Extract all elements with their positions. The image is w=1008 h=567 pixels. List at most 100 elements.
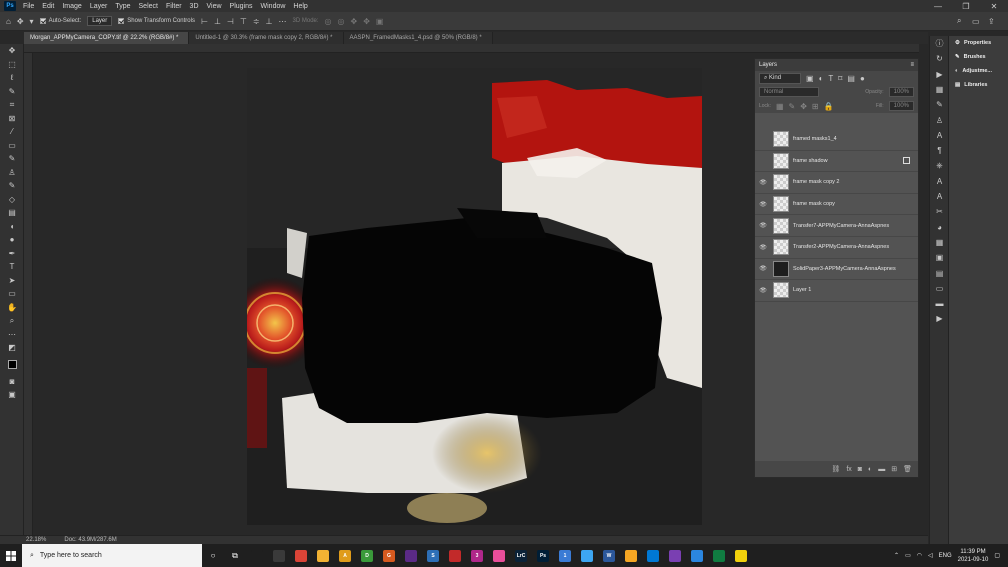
trash-icon[interactable]: 🗑 <box>903 465 912 473</box>
tab-morgan[interactable]: Morgan_APPMyCamera_COPY.tif @ 22.2% (RGB… <box>24 32 190 44</box>
layer-row[interactable]: framed masks1_4 <box>755 129 918 151</box>
visibility-eye-icon[interactable]: 👁 <box>755 244 771 251</box>
tab-aaspn-framed-masks[interactable]: AASPN_FramedMasks1_4.psd @ 50% (RGB/8) * <box>343 32 493 44</box>
align-top-icon[interactable]: ⊤ <box>240 17 247 26</box>
visibility-eye-icon[interactable]: 👁 <box>755 265 771 272</box>
battery-icon[interactable]: ▭ <box>905 552 911 559</box>
actions-icon[interactable]: ▶ <box>930 67 949 82</box>
history-icon[interactable]: ↻ <box>930 51 949 66</box>
properties-panel-tab[interactable]: ⚙ Properties <box>949 36 1008 50</box>
spot-healing-tool-icon[interactable]: ▭ <box>0 139 24 153</box>
dodge-tool-icon[interactable]: ● <box>0 233 24 247</box>
cortana-icon[interactable]: ○ <box>202 544 224 567</box>
taskbar-app-icon[interactable] <box>664 544 686 567</box>
share-icon[interactable]: ⇪ <box>988 17 995 26</box>
menu-image[interactable]: Image <box>58 3 85 10</box>
history-brush-tool-icon[interactable]: ✎ <box>0 179 24 193</box>
layer-row[interactable]: 👁 Layer 1 <box>755 280 918 302</box>
color-swatch-icon[interactable] <box>0 355 24 375</box>
taskbar-app-icon[interactable]: D <box>356 544 378 567</box>
taskbar-app-icon[interactable] <box>312 544 334 567</box>
align-left-icon[interactable]: ⊢ <box>201 17 208 26</box>
auto-select-dropdown[interactable]: Layer <box>87 16 113 26</box>
align-center-icon[interactable]: ⊥ <box>214 17 221 26</box>
visibility-eye-icon[interactable]: 👁 <box>755 287 771 294</box>
taskbar-search[interactable]: ⌕ Type here to search <box>22 544 202 567</box>
taskbar-app-icon[interactable]: A <box>334 544 356 567</box>
shape-filter-icon[interactable]: ⌑ <box>838 74 842 83</box>
pan-3d-icon[interactable]: ✥ <box>351 17 358 26</box>
link-layers-icon[interactable]: ⛓ <box>831 465 840 473</box>
taskbar-app-icon[interactable]: 3 <box>466 544 488 567</box>
menu-select[interactable]: Select <box>135 3 162 10</box>
layer-style-icon[interactable]: fx <box>846 466 851 473</box>
volume-icon[interactable]: ◁ <box>928 552 933 559</box>
menu-window[interactable]: Window <box>257 3 290 10</box>
taskbar-app-icon[interactable] <box>642 544 664 567</box>
align-right-icon[interactable]: ⊣ <box>227 17 234 26</box>
default-colors-icon[interactable]: ◩ <box>0 341 24 355</box>
swatches-icon[interactable]: ▦ <box>930 82 949 97</box>
pixel-filter-icon[interactable]: ▣ <box>806 74 814 83</box>
taskbar-app-icon[interactable]: G <box>378 544 400 567</box>
brush-settings-icon[interactable]: ✎ <box>930 97 949 112</box>
tools-icon[interactable]: ✂ <box>930 204 949 219</box>
panel-menu-icon[interactable]: ≡ <box>910 62 914 68</box>
visibility-eye-icon[interactable]: 👁 <box>755 201 771 208</box>
layer-row[interactable]: 👁 SolidPaper3-APPMyCamera-AnnaAspnes <box>755 258 918 281</box>
kind-filter-dropdown[interactable]: ⌕ Kind <box>759 72 801 84</box>
menu-help[interactable]: Help <box>289 3 311 10</box>
brush-tool-icon[interactable]: ✎ <box>0 152 24 166</box>
transform-controls-checkbox[interactable]: Show Transform Controls <box>118 18 195 24</box>
taskbar-app-icon[interactable]: S <box>422 544 444 567</box>
channels-icon[interactable]: ▬ <box>930 296 949 311</box>
layer-row[interactable]: 👁 Transfer2-APPMyCamera-AnnaAspnes <box>755 236 918 259</box>
opacity-input[interactable]: 100% <box>888 87 914 97</box>
language-indicator[interactable]: ENG <box>939 553 952 559</box>
close-button[interactable]: ✕ <box>980 2 1008 11</box>
lasso-tool-icon[interactable]: ℓ <box>0 71 24 85</box>
menu-layer[interactable]: Layer <box>86 3 112 10</box>
quick-select-tool-icon[interactable]: ✎ <box>0 85 24 99</box>
visibility-eye-icon[interactable]: 👁 <box>755 179 771 186</box>
align-bottom-icon[interactable]: ⊥ <box>266 17 273 26</box>
paragraph-styles-icon[interactable]: A <box>930 189 949 204</box>
network-icon[interactable]: ◠ <box>917 552 922 559</box>
taskbar-app-icon[interactable] <box>686 544 708 567</box>
path-selection-tool-icon[interactable]: ➤ <box>0 274 24 288</box>
notifications-icon[interactable]: ▢ <box>994 552 1000 559</box>
new-layer-icon[interactable]: ⊞ <box>891 465 897 473</box>
lock-all-icon[interactable]: 🔒 <box>824 102 834 111</box>
blur-tool-icon[interactable]: ◖ <box>0 220 24 234</box>
menu-plugins[interactable]: Plugins <box>226 3 257 10</box>
eyedropper-tool-icon[interactable]: ⁄ <box>0 125 24 139</box>
tab-untitled-1[interactable]: Untitled-1 @ 30.3% (frame mask copy 2, R… <box>189 32 344 44</box>
align-middle-icon[interactable]: ≑ <box>253 17 260 26</box>
more-options-icon[interactable]: ⋯ <box>279 17 287 26</box>
grid-icon[interactable]: ▦ <box>930 235 949 250</box>
move-tool-icon[interactable]: ✥ <box>17 17 24 26</box>
layer-row[interactable]: frame shadow <box>755 150 918 173</box>
clock[interactable]: 11:39 PM 2021-09-10 <box>958 548 989 564</box>
menu-type[interactable]: Type <box>111 3 134 10</box>
glyphs-icon[interactable]: ⎈ <box>930 158 949 173</box>
menu-edit[interactable]: Edit <box>38 3 58 10</box>
lock-position-icon[interactable]: ✥ <box>800 102 807 111</box>
taskbar-app-icon[interactable]: Ps <box>532 544 554 567</box>
fill-input[interactable]: 100% <box>888 101 914 111</box>
type-filter-icon[interactable]: T <box>828 74 833 83</box>
visibility-eye-icon[interactable]: 👁 <box>755 222 771 229</box>
menu-view[interactable]: View <box>203 3 226 10</box>
taskbar-app-icon[interactable]: 1 <box>554 544 576 567</box>
eraser-tool-icon[interactable]: ◇ <box>0 193 24 207</box>
character-styles-icon[interactable]: A <box>930 174 949 189</box>
layer-row[interactable]: 👁 frame mask copy 2 <box>755 172 918 194</box>
taskbar-app-icon[interactable] <box>488 544 510 567</box>
video-camera-icon[interactable]: ▣ <box>376 17 384 26</box>
adjustment-filter-icon[interactable]: ◐ <box>819 74 824 83</box>
clone-source-icon[interactable]: ♙ <box>930 112 949 127</box>
layer-row[interactable]: 👁 frame mask copy <box>755 193 918 216</box>
brushes-panel-tab[interactable]: ✎ Brushes <box>949 50 1008 64</box>
taskbar-app-icon[interactable] <box>576 544 598 567</box>
navigator-icon[interactable]: ▣ <box>930 250 949 265</box>
